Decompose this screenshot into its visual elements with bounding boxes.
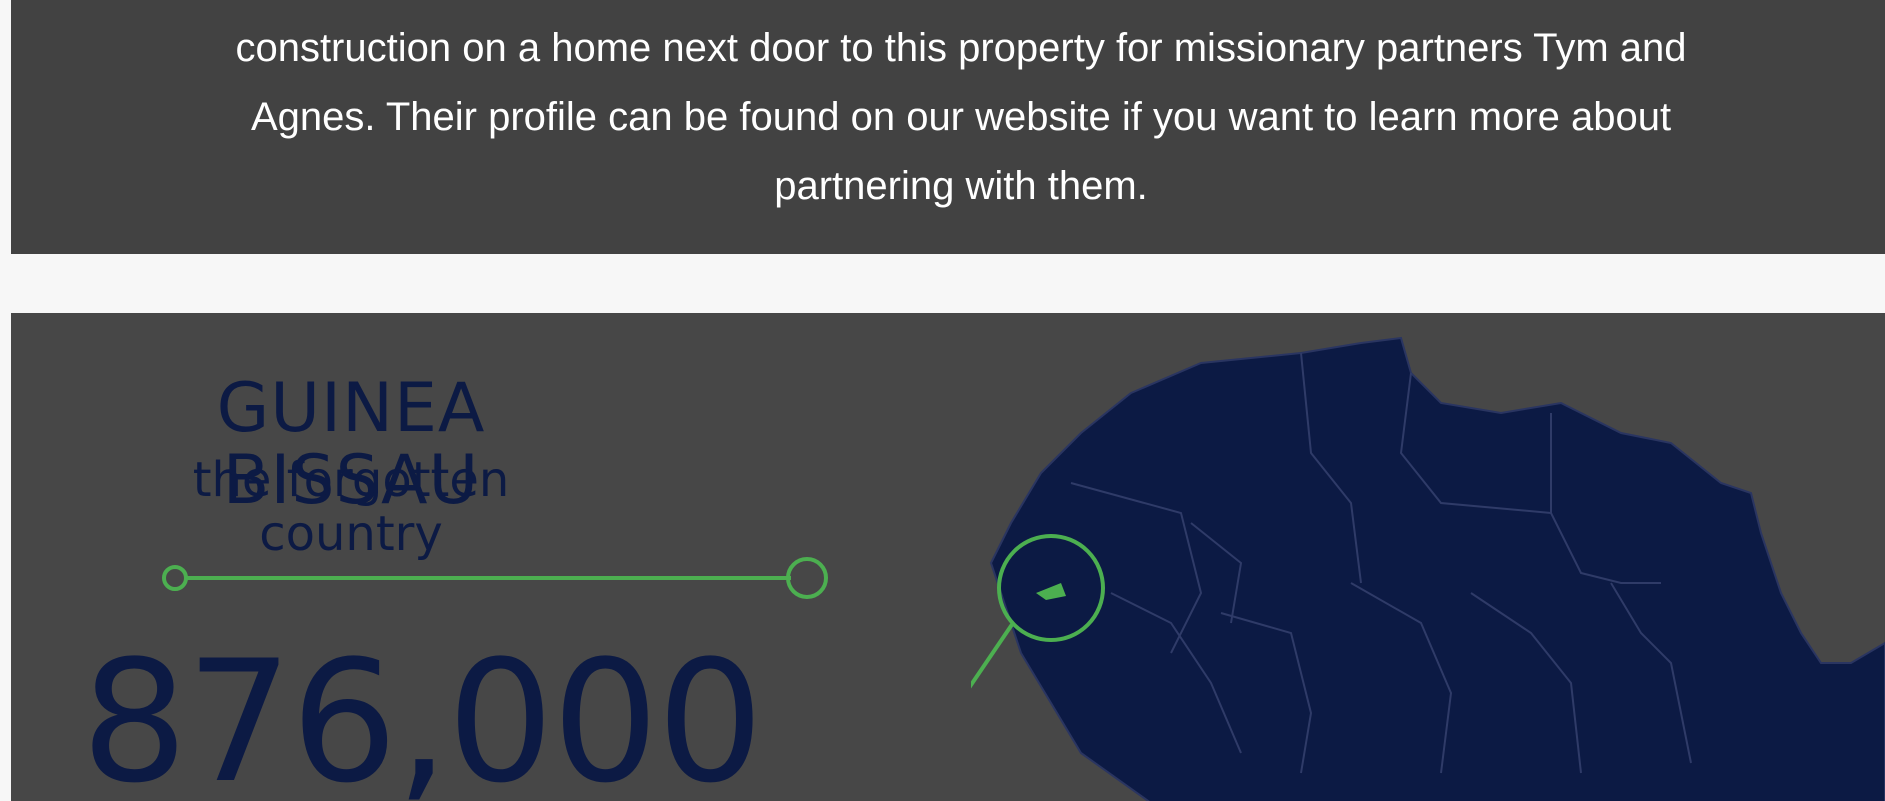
divider-line-icon xyxy=(162,557,828,599)
population-number: 876,000 xyxy=(81,624,764,801)
infographic-subtitle: the forgotten country xyxy=(192,452,510,562)
africa-map-icon xyxy=(971,336,1885,801)
story-text-block: construction on a home next door to this… xyxy=(11,0,1885,254)
story-paragraph: construction on a home next door to this… xyxy=(71,14,1851,221)
story-line-3: partnering with them. xyxy=(774,164,1148,208)
story-line-1: construction on a home next door to this… xyxy=(235,26,1687,70)
guinea-bissau-infographic: GUINEA BISSAU the forgotten country 876,… xyxy=(11,313,1885,801)
story-line-2: Agnes. Their profile can be found on our… xyxy=(250,95,1672,139)
